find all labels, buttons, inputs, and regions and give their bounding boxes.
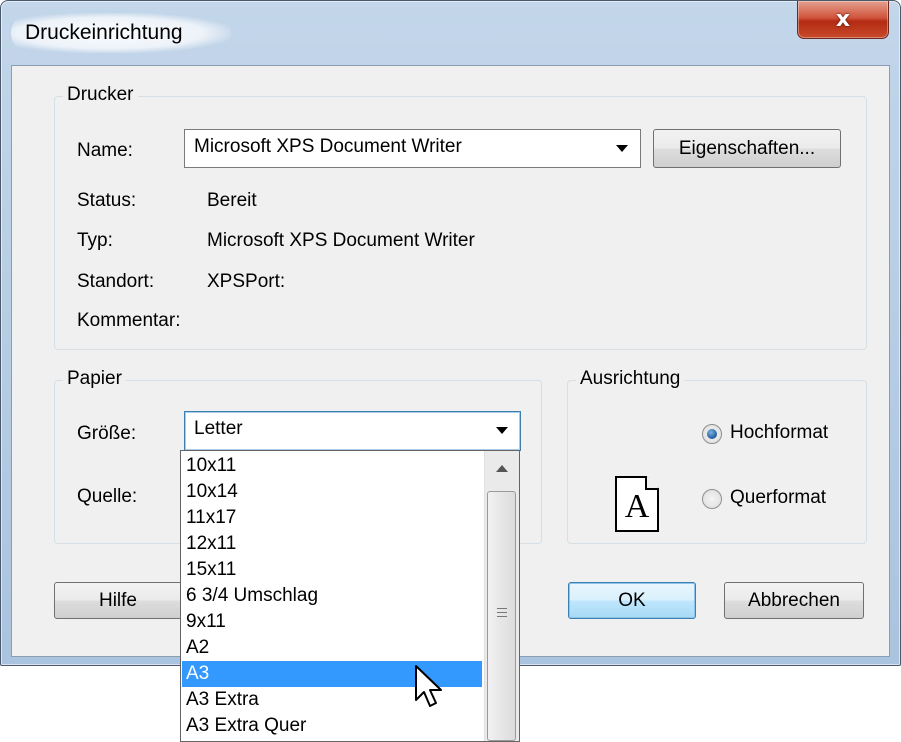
list-item[interactable]: 6 3/4 Umschlag	[182, 583, 482, 609]
list-item[interactable]: 12x11	[182, 531, 482, 557]
type-value: Microsoft XPS Document Writer	[207, 230, 475, 251]
printer-name-label: Name:	[77, 140, 133, 161]
list-item[interactable]: 10x14	[182, 479, 482, 505]
location-label: Standort:	[77, 271, 155, 292]
printer-name-value: Microsoft XPS Document Writer	[194, 136, 462, 157]
portrait-label[interactable]: Hochformat	[730, 422, 828, 444]
chevron-down-icon	[616, 145, 628, 152]
grip-icon	[497, 608, 507, 617]
chevron-up-icon	[495, 464, 508, 472]
portrait-page-icon: A	[615, 476, 659, 532]
help-button[interactable]: Hilfe	[54, 582, 182, 619]
orientation-group: Ausrichtung A	[567, 368, 867, 544]
portrait-radio[interactable]	[702, 424, 722, 444]
type-label: Typ:	[77, 230, 113, 251]
status-value: Bereit	[207, 190, 257, 211]
title-bar[interactable]: Druckeinrichtung x	[1, 1, 900, 65]
paper-group-label: Papier	[63, 368, 126, 390]
paper-source-label: Quelle:	[77, 486, 138, 507]
scroll-up-button[interactable]	[487, 455, 516, 481]
window-title: Druckeinrichtung	[25, 21, 183, 44]
close-button[interactable]: x	[797, 1, 889, 39]
ok-button[interactable]: OK	[568, 582, 696, 619]
printer-name-select[interactable]: Microsoft XPS Document Writer	[184, 129, 641, 168]
page-icon-letter: A	[624, 488, 650, 525]
paper-size-select[interactable]: Letter	[184, 411, 521, 451]
properties-button[interactable]: Eigenschaften...	[653, 129, 841, 168]
cancel-button[interactable]: Abbrechen	[724, 582, 864, 619]
dropdown-scrollbar[interactable]	[484, 451, 519, 741]
list-item[interactable]: 9x11	[182, 609, 482, 635]
mouse-cursor-icon	[415, 665, 442, 707]
landscape-label[interactable]: Querformat	[730, 487, 826, 509]
list-item[interactable]: 10x11	[182, 453, 482, 479]
list-item[interactable]: A2	[182, 635, 482, 661]
list-item[interactable]: A3 Extra Quer	[182, 713, 482, 739]
paper-size-value: Letter	[194, 418, 243, 439]
scrollbar-thumb[interactable]	[487, 491, 516, 741]
printer-group-label: Drucker	[63, 84, 138, 106]
list-item[interactable]: 11x17	[182, 505, 482, 531]
location-value: XPSPort:	[207, 271, 286, 292]
chevron-down-icon	[496, 427, 508, 434]
status-label: Status:	[77, 190, 137, 211]
list-item[interactable]: 15x11	[182, 557, 482, 583]
paper-size-label: Größe:	[77, 423, 137, 444]
landscape-radio[interactable]	[702, 489, 722, 509]
paper-size-dropdown-list[interactable]: 10x11 10x14 11x17 12x11 15x11 6 3/4 Umsc…	[180, 450, 520, 742]
orientation-group-label: Ausrichtung	[576, 368, 685, 390]
comment-label: Kommentar:	[77, 310, 181, 331]
close-icon: x	[835, 7, 851, 32]
